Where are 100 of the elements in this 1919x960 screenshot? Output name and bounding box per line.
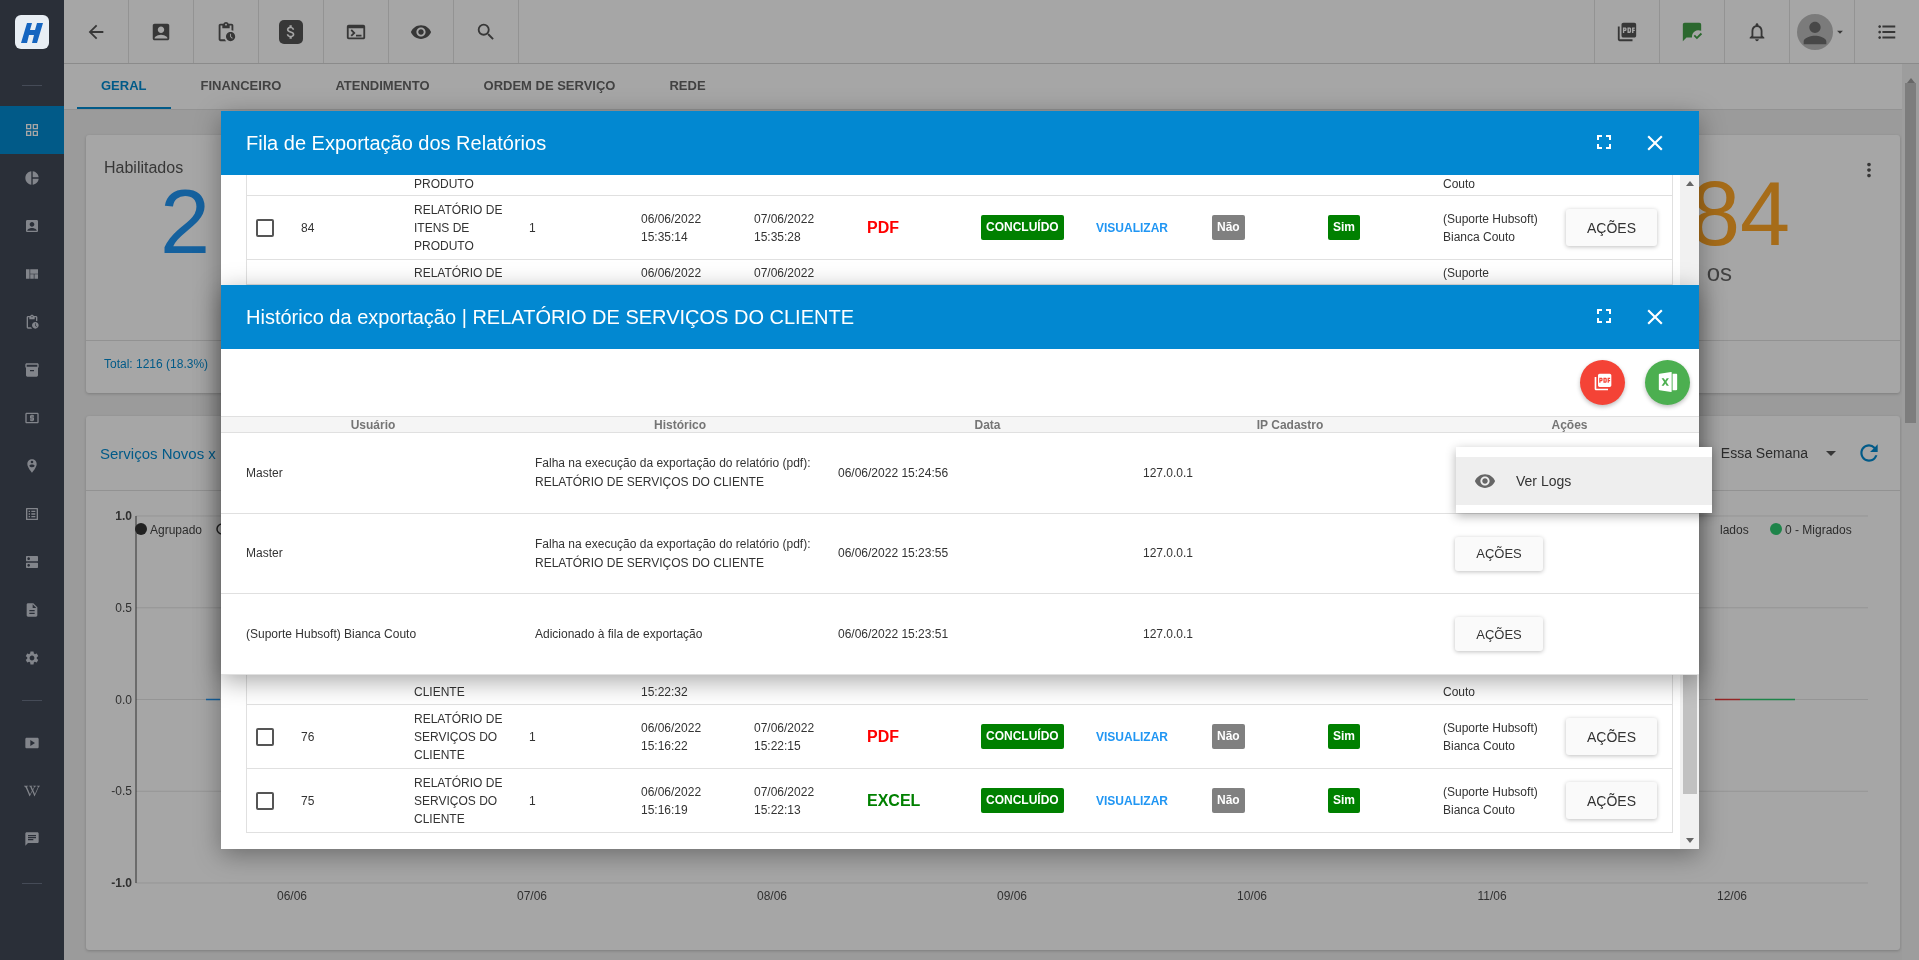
w-letter-icon (24, 783, 40, 799)
clipboard-clock-icon (24, 314, 40, 330)
ip-cell-text: 127.0.0.1 (1142, 625, 1195, 643)
axis-tick-label: 10/06 (1237, 889, 1267, 903)
axis-tick-label: -0.5 (111, 784, 132, 799)
checkbox[interactable] (256, 218, 274, 237)
checkbox[interactable] (256, 727, 274, 746)
sidebar-item[interactable] (0, 106, 64, 154)
board-icon (24, 266, 40, 282)
tab[interactable]: FINANCEIRO (176, 64, 306, 109)
user-cell-text: Master (245, 464, 284, 482)
table-cell-text: 84 (301, 219, 315, 237)
export-pdf-button[interactable] (1580, 359, 1625, 405)
chat-icon (24, 831, 40, 847)
user-cell-text: (Suporte Hubsoft) Bianca Couto (1443, 719, 1539, 755)
date-cell-text: 06/06/2022 15:23:51 (837, 625, 950, 643)
date-cell-text: 06/06/2022 15:35:14 (641, 210, 703, 246)
format-label: EXCEL (867, 791, 921, 810)
user-cell-text: (Suporte Hubsoft) Bianca Couto (1443, 783, 1539, 819)
tab[interactable]: ATENDIMENTO (311, 64, 454, 109)
tab[interactable]: GERAL (77, 64, 171, 109)
actions-button[interactable]: AÇÕES (1455, 536, 1543, 571)
menu-item-label: Ver Logs (1516, 473, 1572, 489)
axis-tick-label: 07/06 (517, 889, 547, 903)
table-cell-text: 75 (301, 792, 315, 810)
user-cell-text: (Suporte (1443, 265, 1490, 282)
axis-tick-label: 0.0 (115, 692, 132, 707)
legend-label[interactable]: Agrupado (150, 523, 203, 537)
date-cell-text: 06/06/2022 15:24:56 (837, 464, 950, 482)
axis-tick-label: 09/06 (997, 889, 1027, 903)
user-cell-text: (Suporte Hubsoft) Bianca Couto (245, 625, 418, 643)
format-label: PDF (867, 218, 899, 237)
axis-tick-label: 08/06 (757, 889, 787, 903)
checkbox[interactable] (256, 791, 274, 810)
column-header: Usuário (350, 417, 396, 432)
view-link[interactable]: VISUALIZAR (1096, 791, 1168, 810)
flag-badge: Sim (1328, 724, 1360, 749)
legend-label[interactable]: 0 - Migrados (1785, 523, 1852, 537)
video-icon (24, 735, 40, 751)
legend-label[interactable]: lados (1720, 523, 1749, 537)
list-icon (24, 506, 40, 522)
chart-title: Serviços Novos x (100, 444, 216, 462)
table-cell-text: 76 (301, 728, 315, 746)
view-link[interactable]: VISUALIZAR (1096, 218, 1168, 237)
server-icon (24, 554, 40, 570)
pie-chart-icon (24, 170, 40, 186)
export-excel-button[interactable] (1645, 359, 1690, 405)
avatar (1797, 13, 1833, 50)
history-cell-text: Falha na execução da exportação do relatório (pdf): RELATÓRIO DE SERVIÇOS DO CLIENTE (534, 455, 812, 492)
axis-tick-label: 11/06 (1477, 889, 1507, 903)
status-badge: CONCLUÍDO (981, 215, 1064, 240)
actions-button[interactable]: AÇÕES (1566, 718, 1657, 755)
ip-cell-text: 127.0.0.1 (1142, 545, 1195, 563)
report-name: RELATÓRIO DE SERVIÇOS DO CLIENTE (414, 710, 504, 764)
settings-icon (24, 650, 40, 666)
report-name: RELATÓRIO DE SERVIÇOS DO CLIENTE (414, 774, 504, 828)
report-name: RELATÓRIO DE (414, 264, 503, 282)
tab[interactable]: REDE (645, 64, 730, 109)
menu-item[interactable]: Ver Logs (1456, 457, 1712, 505)
user-cell-text: Couto (1443, 176, 1476, 193)
user-cell-text: (Suporte Hubsoft) Bianca Couto (1443, 210, 1539, 246)
format-label: PDF (867, 727, 899, 746)
table-cell-text: 1 (529, 792, 536, 810)
actions-button[interactable]: AÇÕES (1455, 617, 1543, 652)
status-badge: CONCLUÍDO (981, 788, 1064, 813)
dashboard-icon (24, 122, 40, 138)
pdf-icon (1592, 372, 1613, 393)
column-header: Ações (1551, 417, 1588, 432)
report-name: CLIENTE (414, 684, 465, 701)
column-header: Histórico (654, 417, 706, 432)
logo-icon (15, 15, 49, 49)
date-cell-text: 06/06/2022 15:23:55 (837, 545, 950, 563)
user-cell-text: Couto (1443, 684, 1476, 701)
tab[interactable]: ORDEM DE SERVIÇO (459, 64, 640, 109)
location-pin-icon (24, 458, 40, 474)
card-title: Habilitados (104, 159, 185, 177)
axis-tick-label: 0.5 (115, 600, 132, 615)
actions-button[interactable]: AÇÕES (1566, 782, 1657, 819)
series-line (205, 698, 221, 701)
report-name: PRODUTO (414, 176, 474, 193)
stat-value: 2 (160, 177, 211, 267)
spreadsheet-icon (1656, 371, 1679, 394)
period-select[interactable]: Essa Semana (1720, 441, 1836, 465)
flag-badge: Não (1212, 724, 1245, 749)
flag-badge: Não (1212, 215, 1245, 240)
column-header: IP Cadastro (1256, 417, 1324, 432)
dollar-icon (279, 19, 303, 44)
axis-tick-label: 06/06 (277, 889, 307, 903)
money-icon (24, 410, 40, 426)
user-cell-text: Master (245, 545, 284, 563)
status-badge: CONCLUÍDO (981, 724, 1064, 749)
flag-badge: Não (1212, 788, 1245, 813)
actions-button[interactable]: AÇÕES (1566, 209, 1657, 246)
box-icon (24, 362, 40, 378)
date-cell-text: 06/06/2022 15:16:19 (641, 783, 703, 819)
view-link[interactable]: VISUALIZAR (1096, 727, 1168, 746)
chat-check-icon (1681, 20, 1703, 43)
report-name: RELATÓRIO DE ITENS DE PRODUTO (414, 201, 504, 255)
flag-badge: Sim (1328, 788, 1360, 813)
stat-caption: os (1706, 259, 1732, 287)
